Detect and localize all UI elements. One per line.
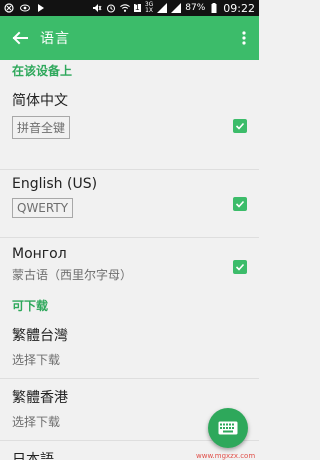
language-subtitle: 蒙古语（西里尔字母） (12, 268, 133, 282)
language-item-zh-hans[interactable]: 简体中文 拼音全键 (0, 82, 259, 170)
app-bar: 语言 (0, 16, 259, 60)
language-item-en-us[interactable]: English (US) QWERTY (0, 170, 259, 238)
keyboard-icon (218, 421, 238, 435)
page-title: 语言 (40, 31, 70, 47)
language-subtitle: 选择下载 (12, 353, 61, 367)
layout-tag[interactable]: QWERTY (12, 198, 74, 218)
language-label: 简体中文 (12, 93, 68, 109)
back-button[interactable] (0, 16, 40, 60)
signal-icon (157, 3, 168, 13)
arrow-left-icon (12, 31, 28, 45)
language-item-zh-hant-tw[interactable]: 繁體台灣 选择下载 (0, 317, 259, 379)
layout-tag[interactable]: 拼音全键 (12, 116, 71, 139)
watermark: www.mgxzx.com (196, 452, 256, 460)
signal-icon-2 (171, 3, 182, 13)
language-label: 繁體香港 (12, 390, 68, 406)
section-header-downloadable: 可下载 (12, 299, 49, 313)
language-item-mn[interactable]: Монгол 蒙古语（西里尔字母） (0, 238, 259, 295)
media-icon (36, 3, 46, 13)
check-icon (235, 200, 245, 208)
check-icon (235, 263, 245, 271)
sim-badge: 1 (133, 3, 141, 12)
language-label: 繁體台灣 (12, 328, 68, 344)
status-bar: 1 3G 1X 87% 09:22 (0, 0, 259, 16)
enabled-checkbox[interactable] (233, 118, 247, 133)
keyboard-fab[interactable] (208, 408, 248, 448)
language-list: 在该设备上 简体中文 拼音全键 English (US) QWERTY Монг… (0, 60, 259, 460)
enabled-checkbox[interactable] (233, 196, 247, 211)
eye-icon (20, 3, 30, 13)
clock: 09:22 (223, 1, 255, 15)
wifi-icon (119, 3, 130, 13)
enabled-checkbox[interactable] (233, 259, 247, 274)
check-icon (235, 122, 245, 130)
alarm-icon (106, 3, 116, 13)
mute-icon (92, 3, 102, 13)
notification-icon (4, 3, 14, 13)
network-1x: 1X (145, 7, 154, 14)
language-label: Монгол (12, 246, 67, 262)
overflow-menu-button[interactable] (229, 16, 259, 60)
network-type: 3G 1X (145, 2, 153, 14)
battery-icon (209, 3, 219, 13)
battery-level: 87% (185, 3, 206, 13)
language-label: English (US) (12, 176, 98, 192)
section-header-on-device: 在该设备上 (12, 64, 73, 78)
more-vert-icon (242, 31, 246, 45)
